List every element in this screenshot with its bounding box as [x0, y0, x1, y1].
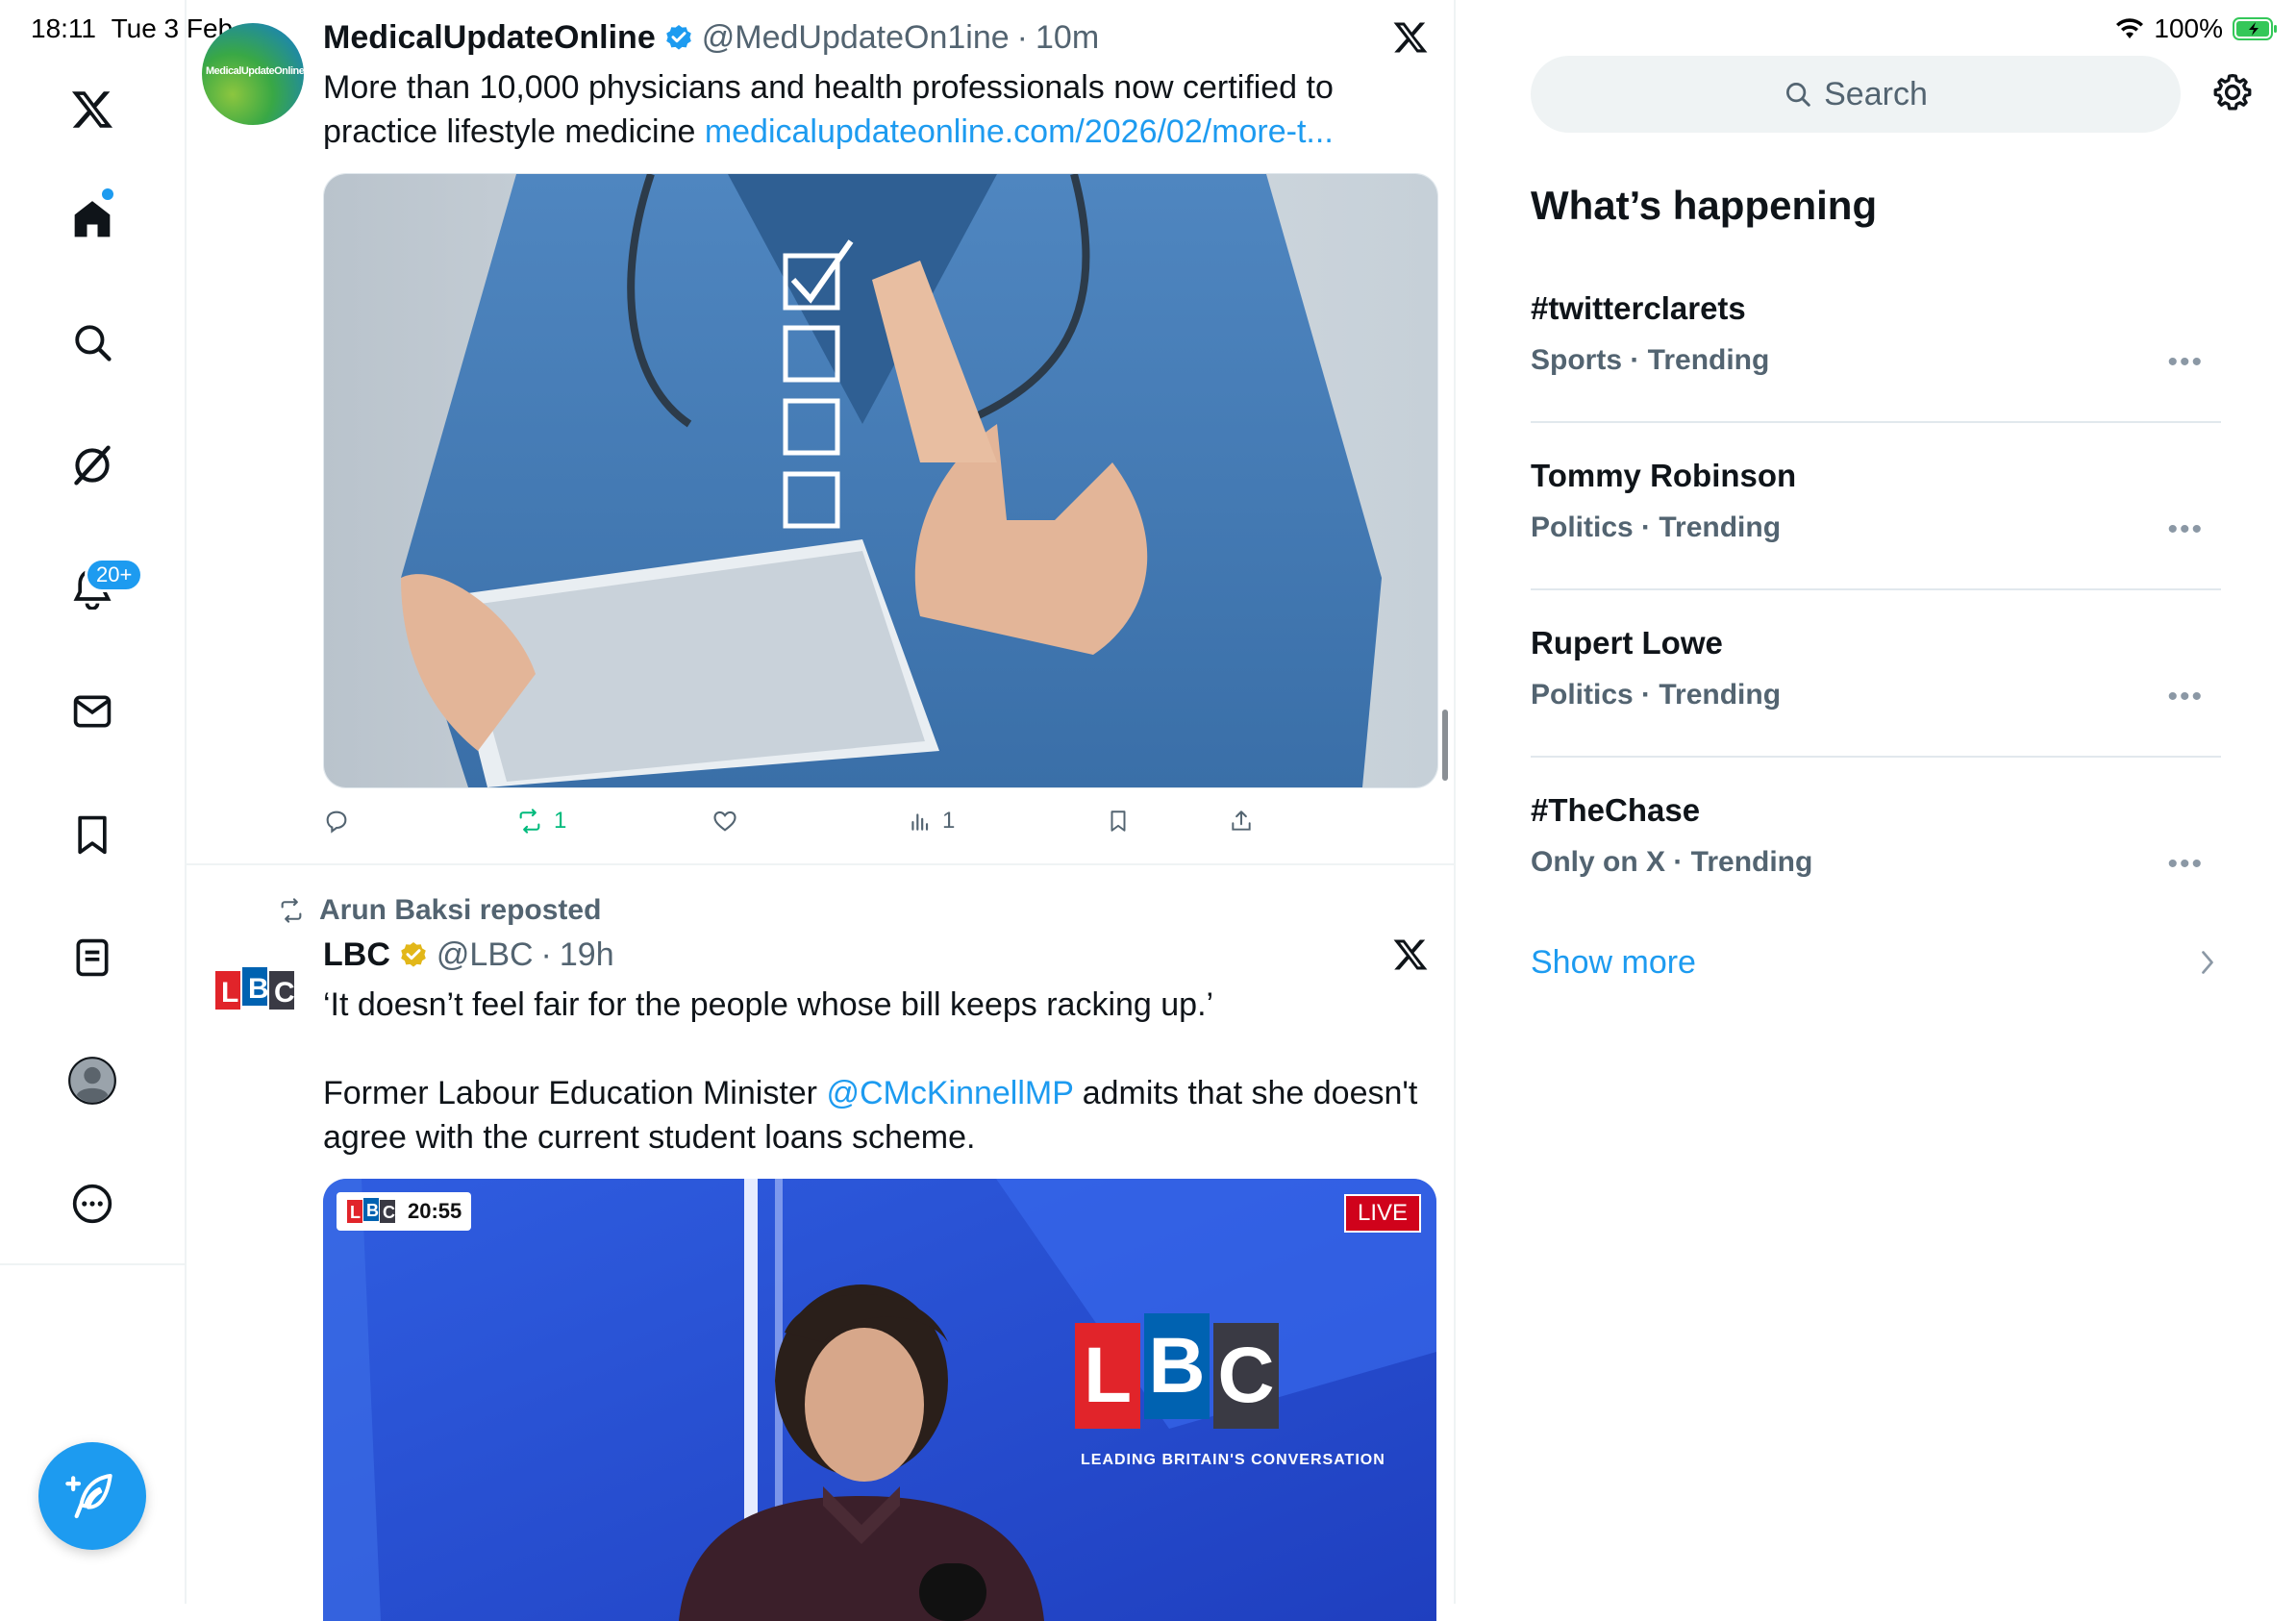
trend-meta: Politics · Trending	[1531, 679, 1782, 711]
battery-percent: 100%	[2154, 13, 2223, 43]
search-icon[interactable]	[54, 304, 131, 381]
tweet-author-handle[interactable]: @LBC	[437, 936, 534, 974]
search-input[interactable]: Search	[1531, 56, 2181, 133]
tweet-divider	[187, 863, 1454, 865]
trend-item[interactable]: Rupert Lowe Politics · Trending •••	[1531, 625, 2221, 713]
bookmarks-icon[interactable]	[54, 796, 131, 873]
trend-divider	[1531, 588, 2221, 590]
left-nav: 20+	[0, 0, 187, 1604]
trend-name: #twitterclarets	[1531, 290, 1746, 326]
compose-button[interactable]	[38, 1442, 146, 1550]
tweet-image[interactable]	[323, 173, 1438, 788]
trend-more-icon[interactable]: •••	[2167, 681, 2204, 713]
messages-icon[interactable]	[54, 673, 131, 750]
trend-divider	[1531, 756, 2221, 758]
tweet-author-name[interactable]: LBC	[323, 936, 390, 974]
trend-more-icon[interactable]: •••	[2167, 848, 2204, 881]
retweet-count: 1	[554, 808, 567, 834]
trend-more-icon[interactable]: •••	[2167, 513, 2204, 546]
svg-text:L: L	[350, 1203, 361, 1222]
retweet-icon	[281, 898, 302, 923]
lbc-logo-b: B	[1144, 1313, 1210, 1419]
tweet-text: More than 10,000 physicians and health p…	[323, 69, 1334, 150]
more-icon[interactable]	[54, 1165, 131, 1242]
tweet-avatar[interactable]: MedicalUpdateOnline	[202, 23, 304, 125]
trend-name: Rupert Lowe	[1531, 625, 1723, 661]
svg-text:C: C	[274, 977, 295, 1009]
svg-text:C: C	[383, 1203, 395, 1222]
svg-text:L: L	[221, 977, 238, 1009]
trend-item[interactable]: #TheChase Only on X · Trending •••	[1531, 792, 2221, 881]
tweet-text: ‘It doesn’t feel fair for the people who…	[323, 986, 1418, 1156]
trend-name: Tommy Robinson	[1531, 458, 1797, 493]
nav-divider	[0, 1263, 185, 1265]
mention-link[interactable]: @CMcKinnellMP	[826, 1075, 1073, 1111]
search-icon	[1786, 83, 1810, 107]
battery-icon	[2233, 16, 2279, 41]
x-logo-icon[interactable]	[54, 71, 131, 148]
reply-button[interactable]	[323, 808, 350, 835]
tweet-link[interactable]: medicalupdateonline.com/2026/02/more-t..…	[705, 113, 1334, 150]
like-button[interactable]	[711, 808, 738, 835]
retweet-icon	[519, 809, 540, 834]
trend-divider	[1531, 421, 2221, 423]
show-more-link[interactable]: Show more	[1531, 944, 1696, 982]
trend-meta: Politics · Trending	[1531, 511, 1782, 543]
compose-feather-icon	[65, 1474, 112, 1519]
bookmark-button[interactable]	[1106, 808, 1131, 835]
trend-item[interactable]: Tommy Robinson Politics · Trending •••	[1531, 458, 2221, 546]
x-logo-icon	[1392, 936, 1429, 973]
home-icon[interactable]	[54, 181, 131, 258]
repost-indicator[interactable]: Arun Baksi reposted	[277, 894, 601, 927]
wifi-icon	[2115, 17, 2144, 40]
trend-item[interactable]: #twitterclarets Sports · Trending •••	[1531, 290, 2221, 379]
views-button[interactable]: 1	[908, 808, 955, 835]
home-unread-dot	[102, 188, 113, 200]
lists-icon[interactable]	[54, 919, 131, 996]
svg-text:B: B	[366, 1201, 379, 1220]
profile-icon[interactable]	[54, 1042, 131, 1119]
chevron-right-icon[interactable]	[2198, 948, 2217, 977]
status-bar-right: 100%	[2115, 13, 2279, 44]
notifications-badge: 20+	[85, 558, 144, 592]
bookmark-icon	[1111, 810, 1126, 832]
share-button[interactable]	[1229, 808, 1254, 835]
settings-gear-icon[interactable]	[2211, 71, 2254, 113]
analytics-icon	[911, 813, 929, 831]
lbc-small-logo-icon: L B C	[347, 1198, 395, 1223]
trend-meta: Sports · Trending	[1531, 344, 1770, 376]
search-placeholder: Search	[1824, 75, 1928, 112]
tweet-time[interactable]: 10m	[1036, 19, 1099, 57]
tweet-time[interactable]: 19h	[560, 936, 614, 974]
reply-icon	[326, 810, 347, 834]
scrollbar-thumb[interactable]	[1442, 710, 1448, 781]
tweet-header: LBC @LBC · 19h	[323, 936, 614, 974]
avatar-logo-text: MedicalUpdateOnline	[206, 65, 304, 77]
lbc-avatar[interactable]: L B C	[213, 965, 298, 1015]
lbc-logo-c: C	[1213, 1323, 1279, 1429]
lbc-tagline: LEADING BRITAIN'S CONVERSATION	[1081, 1452, 1385, 1468]
svg-text:B: B	[248, 973, 269, 1005]
lbc-studio-logo: L B C	[1075, 1313, 1279, 1429]
retweet-button[interactable]: 1	[515, 808, 566, 835]
verified-badge-icon	[663, 23, 694, 54]
heart-icon	[713, 810, 736, 832]
trend-more-icon[interactable]: •••	[2167, 346, 2204, 379]
video-time: 20:55	[408, 1199, 462, 1223]
views-count: 1	[942, 808, 956, 834]
tweet-author-handle[interactable]: @MedUpdateOn1ine	[702, 19, 1010, 57]
x-logo-icon	[1392, 19, 1429, 56]
trend-meta: Only on X · Trending	[1531, 846, 1813, 878]
live-badge: LIVE	[1344, 1194, 1422, 1233]
tweet-header: MedicalUpdateOnline @MedUpdateOn1ine · 1…	[323, 19, 1100, 57]
trend-name: #TheChase	[1531, 792, 1701, 828]
grok-icon[interactable]	[54, 427, 131, 504]
lbc-logo-l: L	[1075, 1323, 1140, 1429]
share-icon	[1232, 810, 1251, 831]
verified-gold-badge-icon	[398, 940, 429, 971]
tweet-author-name[interactable]: MedicalUpdateOnline	[323, 19, 656, 57]
whats-happening-title: What’s happening	[1531, 183, 1878, 228]
video-timestamp-chip: L B C 20:55	[337, 1192, 472, 1231]
